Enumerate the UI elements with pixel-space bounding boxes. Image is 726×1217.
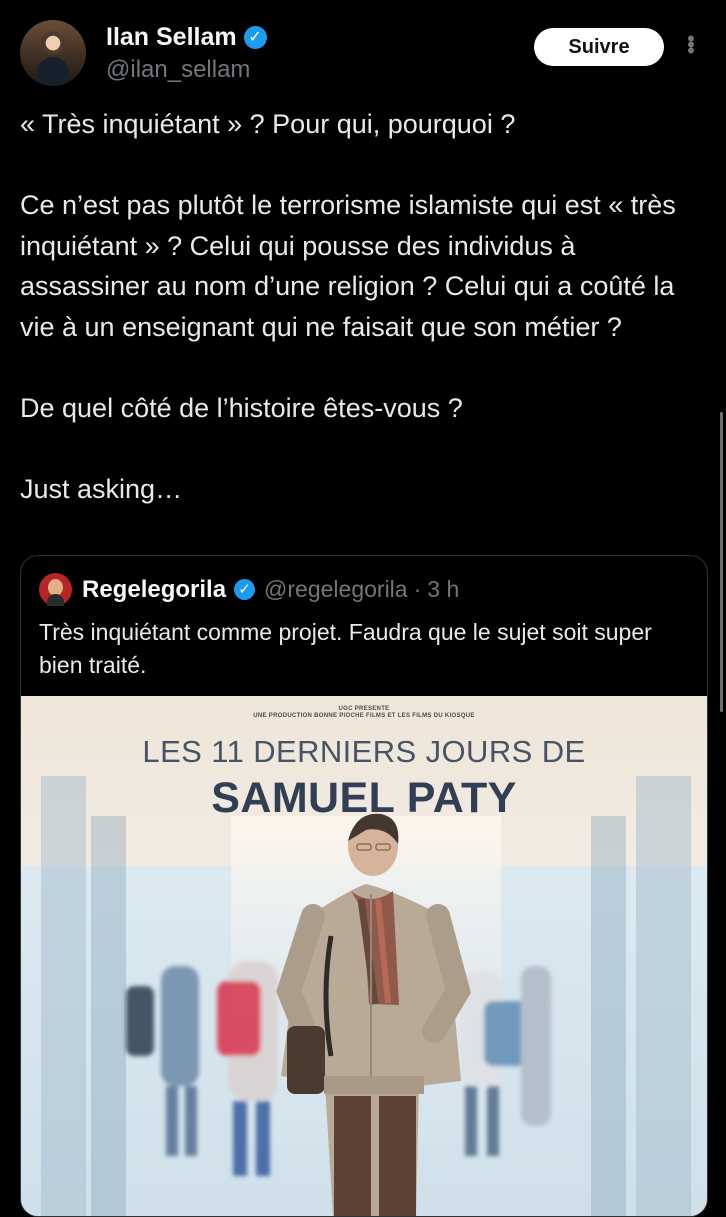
author-name[interactable]: Ilan Sellam (106, 23, 237, 52)
quoted-timestamp[interactable]: 3 h (427, 576, 459, 603)
tweet-header: Ilan Sellam ✓ @ilan_sellam Suivre • • • (20, 20, 706, 90)
quoted-tweet-card[interactable]: Regelegorila ✓ @regelegorila · 3 h Très … (20, 555, 708, 1217)
author-name-row[interactable]: Ilan Sellam ✓ (106, 23, 267, 52)
quoted-author-handle[interactable]: @regelegorila (264, 576, 408, 603)
quoted-author-avatar[interactable] (39, 573, 72, 606)
quoted-author-name[interactable]: Regelegorila (82, 576, 226, 604)
film-poster-image[interactable]: UGC PRESENTE UNE PRODUCTION BONNE PIOCHE… (21, 696, 707, 1216)
follow-button[interactable]: Suivre (534, 28, 664, 66)
quoted-tweet-header: Regelegorila ✓ @regelegorila · 3 h (39, 573, 459, 606)
poster-credit-line-1: UGC PRESENTE (338, 706, 390, 712)
poster-title-line-2: SAMUEL PATY (211, 774, 517, 822)
more-options-icon[interactable]: • • • (684, 28, 698, 62)
tweet-body: « Très inquiétant » ? Pour qui, pourquoi… (20, 104, 700, 509)
tweet-paragraph-3: De quel côté de l’histoire êtes-vous ? (20, 392, 463, 423)
poster-credit-line-2: UNE PRODUCTION BONNE PIOCHE FILMS ET LES… (253, 713, 475, 719)
tweet-paragraph-1: « Très inquiétant » ? Pour qui, pourquoi… (20, 109, 516, 139)
scrollbar[interactable] (720, 412, 723, 712)
verified-badge-icon: ✓ (243, 26, 267, 49)
tweet-paragraph-4: Just asking… (20, 473, 183, 504)
quoted-verified-badge-icon: ✓ (234, 579, 256, 600)
author-avatar[interactable] (20, 20, 86, 86)
quoted-tweet-text: Très inquiétant comme projet. Faudra que… (39, 619, 652, 678)
author-handle[interactable]: @ilan_sellam (106, 56, 250, 84)
time-separator: · (413, 576, 422, 602)
poster-title-line-1: LES 11 DERNIERS JOURS DE (142, 734, 586, 769)
tweet-paragraph-2: Ce n’est pas plutôt le terrorisme islami… (20, 190, 676, 342)
